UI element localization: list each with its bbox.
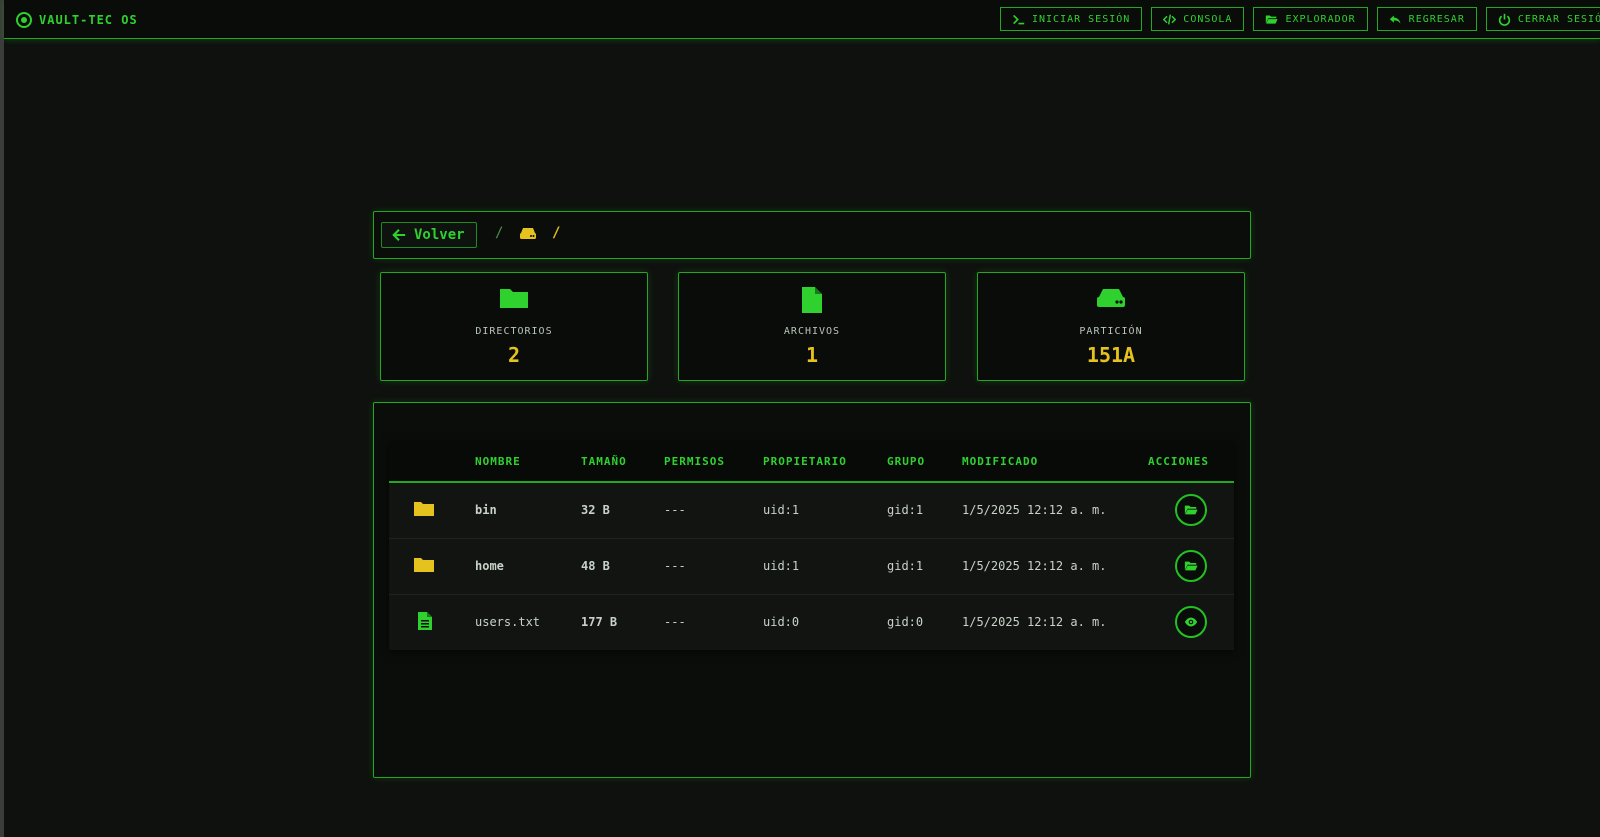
row-size: 177 B	[581, 615, 618, 630]
row-modified: 1/5/2025 12:12 a. m.	[962, 615, 1107, 630]
terminal-icon	[1013, 14, 1025, 24]
column-tamano[interactable]: TAMAÑO	[581, 441, 664, 483]
view-file-button[interactable]	[1175, 606, 1207, 639]
row-group: gid:1	[887, 482, 962, 539]
row-owner: uid:1	[763, 538, 887, 595]
row-size: 48 B	[581, 538, 664, 595]
folder-open-icon	[1184, 505, 1198, 515]
code-icon	[1163, 14, 1177, 24]
eye-icon	[1184, 617, 1198, 627]
table-header-row: NOMBRE TAMAÑO PERMISOS PROPIETARIO GRUPO…	[389, 441, 1234, 483]
folder-open-icon	[1184, 561, 1198, 571]
row-perms: ---	[664, 538, 763, 595]
nav-iniciar-sesion-button[interactable]: INICIAR SESIÓN	[1000, 7, 1143, 31]
nav-label: CONSOLA	[1183, 13, 1233, 25]
column-grupo[interactable]: GRUPO	[887, 441, 962, 483]
row-owner: uid:1	[763, 482, 887, 539]
row-name[interactable]: users.txt	[475, 594, 581, 650]
hard-drive-icon[interactable]	[518, 226, 538, 242]
table-row[interactable]: home 48 B --- uid:1 gid:1 1/5/2025 12:12…	[389, 538, 1234, 595]
breadcrumb-current: /	[552, 225, 561, 241]
column-icon	[389, 441, 475, 483]
nav-consola-button[interactable]: CONSOLA	[1151, 7, 1245, 31]
table-row[interactable]: bin 32 B --- uid:1 gid:1 1/5/2025 12:12 …	[389, 482, 1234, 539]
nav-label: INICIAR SESIÓN	[1032, 13, 1131, 25]
stat-value: 1	[805, 343, 819, 367]
stat-label: DIRECTORIOS	[475, 326, 553, 337]
column-acciones: ACCIONES	[1148, 441, 1234, 483]
row-group: gid:0	[887, 615, 924, 630]
top-bar: VAULT-TEC OS INICIAR SESIÓN CONSOLA EXPL…	[4, 0, 1600, 39]
breadcrumb-separator: /	[495, 225, 504, 241]
brand[interactable]: VAULT-TEC OS	[16, 10, 138, 30]
file-table: NOMBRE TAMAÑO PERMISOS PROPIETARIO GRUPO…	[389, 441, 1234, 650]
stat-particion: PARTICIÓN 151A	[977, 272, 1245, 381]
arrow-left-icon	[392, 229, 406, 241]
folder-icon	[414, 557, 434, 572]
column-nombre[interactable]: NOMBRE	[475, 441, 581, 483]
open-folder-button[interactable]	[1175, 550, 1207, 582]
back-button[interactable]: Volver	[381, 222, 477, 248]
column-permisos[interactable]: PERMISOS	[664, 441, 763, 483]
stat-label: ARCHIVOS	[783, 326, 841, 337]
stat-value: 151A	[1086, 343, 1136, 367]
row-modified: 1/5/2025 12:12 a. m.	[962, 482, 1148, 539]
breadcrumb: Volver / /	[373, 211, 1251, 259]
brand-title: VAULT-TEC OS	[39, 13, 138, 27]
row-name[interactable]: bin	[475, 482, 581, 539]
row-perms: ---	[664, 482, 763, 539]
power-icon	[1498, 13, 1510, 26]
nav-label: REGRESAR	[1408, 13, 1465, 25]
row-owner: uid:0	[763, 615, 800, 630]
folder-icon	[500, 289, 528, 308]
table-row[interactable]: users.txt 177 B --- uid:0 gid:0 1/5/2025…	[389, 594, 1234, 650]
file-icon	[418, 611, 432, 630]
row-name[interactable]: home	[475, 538, 581, 595]
back-label: Volver	[414, 227, 465, 243]
column-propietario[interactable]: PROPIETARIO	[763, 441, 887, 483]
column-modificado[interactable]: MODIFICADO	[962, 441, 1148, 483]
reply-icon	[1389, 14, 1401, 24]
stat-label: PARTICIÓN	[1079, 326, 1143, 337]
stat-value: 2	[507, 343, 521, 367]
row-modified: 1/5/2025 12:12 a. m.	[962, 538, 1148, 595]
open-folder-button[interactable]	[1175, 494, 1207, 527]
row-perms: ---	[664, 615, 686, 630]
file-icon	[802, 287, 822, 313]
nav-regresar-button[interactable]: REGRESAR	[1376, 7, 1477, 31]
stat-archivos: ARCHIVOS 1	[678, 272, 946, 381]
nav-label: EXPLORADOR	[1285, 13, 1356, 25]
window-edge	[0, 0, 4, 837]
stat-directorios: DIRECTORIOS 2	[380, 272, 648, 381]
hard-drive-icon	[1097, 289, 1125, 307]
folder-open-icon	[1266, 14, 1279, 24]
row-group: gid:1	[887, 538, 962, 595]
nav-label: CERRAR SESIÓN	[1517, 13, 1600, 25]
row-size: 32 B	[581, 482, 664, 539]
nav-cerrar-sesion-button[interactable]: CERRAR SESIÓN	[1485, 7, 1600, 31]
top-nav: INICIAR SESIÓN CONSOLA EXPLORADOR REGRES…	[1000, 7, 1600, 31]
folder-icon	[414, 501, 434, 516]
file-table-panel: NOMBRE TAMAÑO PERMISOS PROPIETARIO GRUPO…	[373, 402, 1251, 778]
radio-target-icon	[16, 12, 32, 28]
nav-explorador-button[interactable]: EXPLORADOR	[1253, 7, 1368, 31]
